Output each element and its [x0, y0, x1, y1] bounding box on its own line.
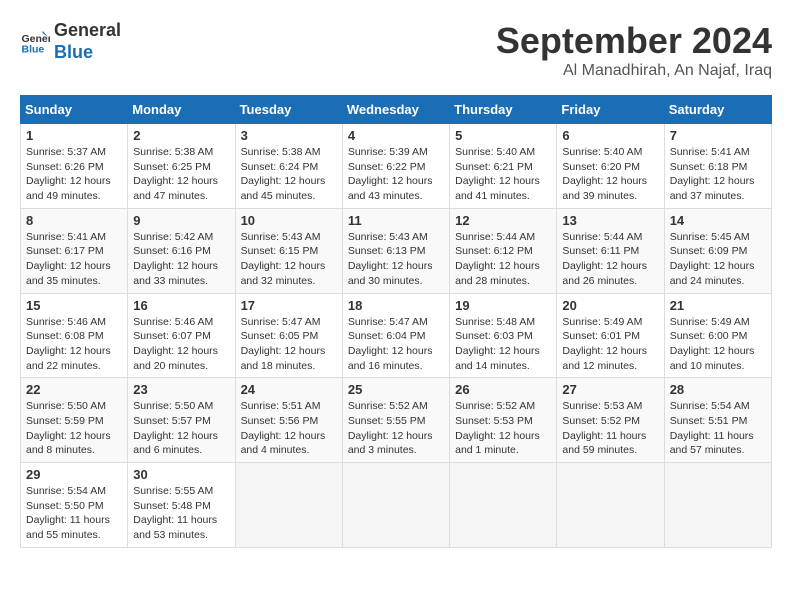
day-7: 7 Sunrise: 5:41 AMSunset: 6:18 PMDayligh… [664, 124, 771, 209]
empty-cell-1 [235, 463, 342, 548]
location-title: Al Manadhirah, An Najaf, Iraq [496, 62, 772, 80]
week-row-3: 15 Sunrise: 5:46 AMSunset: 6:08 PMDaylig… [21, 293, 772, 378]
day-21: 21 Sunrise: 5:49 AMSunset: 6:00 PMDaylig… [664, 293, 771, 378]
empty-cell-2 [342, 463, 449, 548]
day-30: 30 Sunrise: 5:55 AMSunset: 5:48 PMDaylig… [128, 463, 235, 548]
day-27: 27 Sunrise: 5:53 AMSunset: 5:52 PMDaylig… [557, 378, 664, 463]
header-tuesday: Tuesday [235, 96, 342, 124]
day-14: 14 Sunrise: 5:45 AMSunset: 6:09 PMDaylig… [664, 208, 771, 293]
title-section: September 2024 Al Manadhirah, An Najaf, … [496, 20, 772, 80]
day-20: 20 Sunrise: 5:49 AMSunset: 6:01 PMDaylig… [557, 293, 664, 378]
day-5: 5 Sunrise: 5:40 AMSunset: 6:21 PMDayligh… [450, 124, 557, 209]
day-25: 25 Sunrise: 5:52 AMSunset: 5:55 PMDaylig… [342, 378, 449, 463]
day-19: 19 Sunrise: 5:48 AMSunset: 6:03 PMDaylig… [450, 293, 557, 378]
day-11: 11 Sunrise: 5:43 AMSunset: 6:13 PMDaylig… [342, 208, 449, 293]
day-2: 2 Sunrise: 5:38 AMSunset: 6:25 PMDayligh… [128, 124, 235, 209]
logo: General Blue General Blue [20, 20, 121, 63]
empty-cell-3 [450, 463, 557, 548]
logo-icon: General Blue [20, 27, 50, 57]
header-friday: Friday [557, 96, 664, 124]
empty-cell-4 [557, 463, 664, 548]
day-6: 6 Sunrise: 5:40 AMSunset: 6:20 PMDayligh… [557, 124, 664, 209]
day-22: 22 Sunrise: 5:50 AMSunset: 5:59 PMDaylig… [21, 378, 128, 463]
day-23: 23 Sunrise: 5:50 AMSunset: 5:57 PMDaylig… [128, 378, 235, 463]
day-26: 26 Sunrise: 5:52 AMSunset: 5:53 PMDaylig… [450, 378, 557, 463]
day-4: 4 Sunrise: 5:39 AMSunset: 6:22 PMDayligh… [342, 124, 449, 209]
day-1: 1 Sunrise: 5:37 AMSunset: 6:26 PMDayligh… [21, 124, 128, 209]
week-row-1: 1 Sunrise: 5:37 AMSunset: 6:26 PMDayligh… [21, 124, 772, 209]
header-saturday: Saturday [664, 96, 771, 124]
day-16: 16 Sunrise: 5:46 AMSunset: 6:07 PMDaylig… [128, 293, 235, 378]
day-28: 28 Sunrise: 5:54 AMSunset: 5:51 PMDaylig… [664, 378, 771, 463]
logo-text: General Blue [54, 20, 121, 63]
day-8: 8 Sunrise: 5:41 AMSunset: 6:17 PMDayligh… [21, 208, 128, 293]
header-monday: Monday [128, 96, 235, 124]
week-row-4: 22 Sunrise: 5:50 AMSunset: 5:59 PMDaylig… [21, 378, 772, 463]
header-thursday: Thursday [450, 96, 557, 124]
page-header: General Blue General Blue September 2024… [20, 20, 772, 80]
weekday-header-row: Sunday Monday Tuesday Wednesday Thursday… [21, 96, 772, 124]
day-24: 24 Sunrise: 5:51 AMSunset: 5:56 PMDaylig… [235, 378, 342, 463]
header-sunday: Sunday [21, 96, 128, 124]
week-row-2: 8 Sunrise: 5:41 AMSunset: 6:17 PMDayligh… [21, 208, 772, 293]
empty-cell-5 [664, 463, 771, 548]
calendar-table: Sunday Monday Tuesday Wednesday Thursday… [20, 95, 772, 548]
day-18: 18 Sunrise: 5:47 AMSunset: 6:04 PMDaylig… [342, 293, 449, 378]
header-wednesday: Wednesday [342, 96, 449, 124]
day-3: 3 Sunrise: 5:38 AMSunset: 6:24 PMDayligh… [235, 124, 342, 209]
day-13: 13 Sunrise: 5:44 AMSunset: 6:11 PMDaylig… [557, 208, 664, 293]
month-title: September 2024 [496, 20, 772, 62]
day-10: 10 Sunrise: 5:43 AMSunset: 6:15 PMDaylig… [235, 208, 342, 293]
day-15: 15 Sunrise: 5:46 AMSunset: 6:08 PMDaylig… [21, 293, 128, 378]
week-row-5: 29 Sunrise: 5:54 AMSunset: 5:50 PMDaylig… [21, 463, 772, 548]
day-17: 17 Sunrise: 5:47 AMSunset: 6:05 PMDaylig… [235, 293, 342, 378]
day-29: 29 Sunrise: 5:54 AMSunset: 5:50 PMDaylig… [21, 463, 128, 548]
svg-text:Blue: Blue [22, 43, 45, 55]
day-12: 12 Sunrise: 5:44 AMSunset: 6:12 PMDaylig… [450, 208, 557, 293]
day-9: 9 Sunrise: 5:42 AMSunset: 6:16 PMDayligh… [128, 208, 235, 293]
